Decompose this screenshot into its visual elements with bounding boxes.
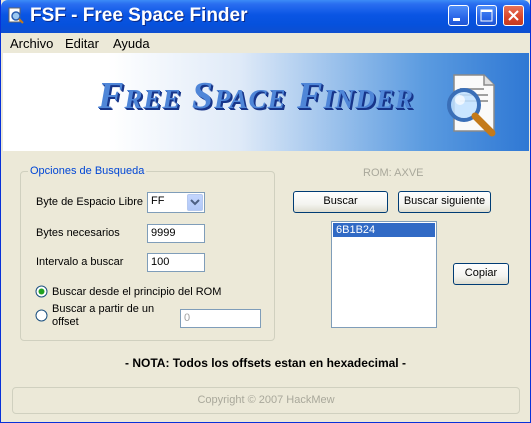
search-interval-input[interactable]: 100: [147, 253, 205, 272]
footer-box: Copyright © 2007 HackMew: [12, 387, 520, 414]
radio-search-from-offset[interactable]: [35, 309, 48, 322]
window-title: FSF - Free Space Finder: [30, 5, 248, 26]
free-byte-label: Byte de Espacio Libre: [36, 196, 144, 208]
minimize-button[interactable]: [448, 5, 469, 26]
rom-label: ROM: AXVE: [363, 167, 424, 179]
minimize-icon: [453, 18, 460, 21]
app-window: FSF - Free Space Finder Archivo Editar A…: [0, 0, 531, 423]
menu-bar: Archivo Editar Ayuda: [1, 33, 530, 53]
copyright-text: Copyright © 2007 HackMew: [197, 394, 335, 406]
radio-search-from-start[interactable]: [35, 285, 48, 298]
bytes-needed-label: Bytes necesarios: [36, 227, 120, 239]
free-byte-combo[interactable]: FF: [147, 192, 205, 213]
radio-search-from-offset-label-2[interactable]: offset: [52, 316, 79, 329]
banner-title: Free Space Finder: [98, 75, 414, 117]
search-button[interactable]: Buscar: [293, 191, 388, 213]
close-button[interactable]: [503, 5, 524, 26]
results-list[interactable]: 6B1B24: [331, 221, 437, 328]
maximize-button[interactable]: [476, 5, 497, 26]
radio-search-from-start-label[interactable]: Buscar desde el principio del ROM: [52, 286, 221, 299]
search-next-button[interactable]: Buscar siguiente: [398, 191, 491, 213]
menu-ayuda[interactable]: Ayuda: [113, 36, 150, 51]
search-options-legend: Opciones de Busqueda: [28, 165, 147, 178]
combo-dropdown-button[interactable]: [187, 194, 203, 211]
app-icon: [8, 7, 24, 24]
maximize-icon: [480, 9, 493, 22]
search-interval-label: Intervalo a buscar: [36, 256, 124, 268]
free-byte-value: FF: [151, 195, 165, 207]
list-item[interactable]: 6B1B24: [333, 223, 435, 237]
hex-note: - NOTA: Todos los offsets estan en hexad…: [125, 356, 406, 370]
close-icon: [508, 10, 519, 21]
menu-editar[interactable]: Editar: [65, 36, 99, 51]
title-bar[interactable]: FSF - Free Space Finder: [1, 0, 530, 33]
magnifier-document-icon: [447, 74, 496, 137]
chevron-down-icon: [190, 199, 200, 206]
copy-button[interactable]: Copiar: [453, 263, 509, 285]
radio-search-from-offset-label-1[interactable]: Buscar a partir de un: [52, 303, 154, 316]
menu-archivo[interactable]: Archivo: [10, 36, 53, 51]
offset-input[interactable]: 0: [180, 309, 261, 328]
bytes-needed-input[interactable]: 9999: [147, 224, 205, 243]
